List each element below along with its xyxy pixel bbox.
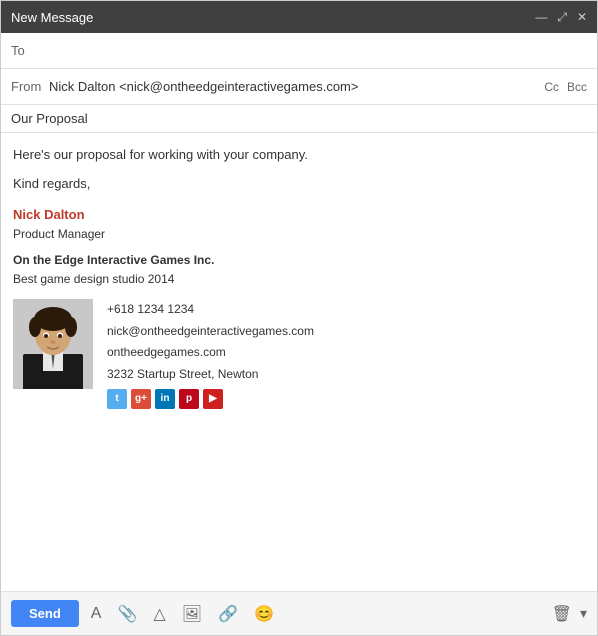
insert-emoji-icon[interactable]: 😊	[250, 602, 278, 626]
subject-row	[1, 105, 597, 133]
sig-tagline: Best game design studio 2014	[13, 270, 585, 289]
bcc-button[interactable]: Bcc	[567, 80, 587, 94]
to-label: To	[11, 43, 49, 58]
sig-phone: +618 1234 1234	[107, 299, 314, 321]
sig-photo	[13, 299, 93, 389]
more-options-icon[interactable]: ▾	[580, 605, 587, 622]
attach-file-icon[interactable]: 📎	[113, 602, 141, 626]
compose-window: New Message — ⤢ ✕ To From Cc Bcc Here's …	[0, 0, 598, 636]
send-button[interactable]: Send	[11, 600, 79, 627]
window-controls: — ⤢ ✕	[535, 11, 587, 23]
format-text-icon[interactable]: A	[87, 603, 106, 625]
to-input[interactable]	[49, 43, 587, 58]
sig-website: ontheedgegames.com	[107, 342, 314, 364]
from-input[interactable]	[49, 79, 544, 94]
google-drive-icon[interactable]: △	[149, 602, 169, 626]
pinterest-icon[interactable]: p	[179, 389, 199, 409]
linkedin-icon[interactable]: in	[155, 389, 175, 409]
minimize-button[interactable]: —	[535, 11, 547, 23]
cc-bcc-actions: Cc Bcc	[544, 80, 587, 94]
body-line2: Kind regards,	[13, 174, 585, 195]
sig-contact-info: +618 1234 1234 nick@ontheedgeinteractive…	[107, 299, 314, 409]
sig-email: nick@ontheedgeinteractivegames.com	[107, 321, 314, 343]
sig-details: +618 1234 1234 nick@ontheedgeinteractive…	[13, 299, 585, 409]
sig-name: Nick Dalton	[13, 205, 585, 226]
sig-company: On the Edge Interactive Games Inc.	[13, 251, 585, 270]
close-button[interactable]: ✕	[577, 11, 587, 23]
body-area[interactable]: Here's our proposal for working with you…	[1, 133, 597, 591]
gplus-icon[interactable]: g+	[131, 389, 151, 409]
to-field-row: To	[1, 33, 597, 69]
insert-photo-icon[interactable]: 🖼	[178, 602, 206, 626]
sig-address: 3232 Startup Street, Newton	[107, 364, 314, 386]
sig-social-links: t g+ in p ▶	[107, 389, 314, 409]
insert-link-icon[interactable]: 🔗	[214, 602, 242, 626]
window-title: New Message	[11, 10, 93, 25]
from-field-row: From Cc Bcc	[1, 69, 597, 105]
from-label: From	[11, 79, 49, 94]
signature-block: Nick Dalton Product Manager On the Edge …	[13, 205, 585, 410]
subject-input[interactable]	[11, 111, 587, 126]
compose-toolbar: Send A 📎 △ 🖼 🔗 😊 🗑 ▾	[1, 591, 597, 635]
sig-title: Product Manager	[13, 225, 585, 244]
maximize-button[interactable]: ⤢	[557, 11, 567, 23]
youtube-icon[interactable]: ▶	[203, 389, 223, 409]
twitter-icon[interactable]: t	[107, 389, 127, 409]
delete-draft-icon[interactable]: 🗑	[552, 604, 572, 624]
titlebar: New Message — ⤢ ✕	[1, 1, 597, 33]
body-line1: Here's our proposal for working with you…	[13, 145, 585, 166]
cc-button[interactable]: Cc	[544, 80, 559, 94]
